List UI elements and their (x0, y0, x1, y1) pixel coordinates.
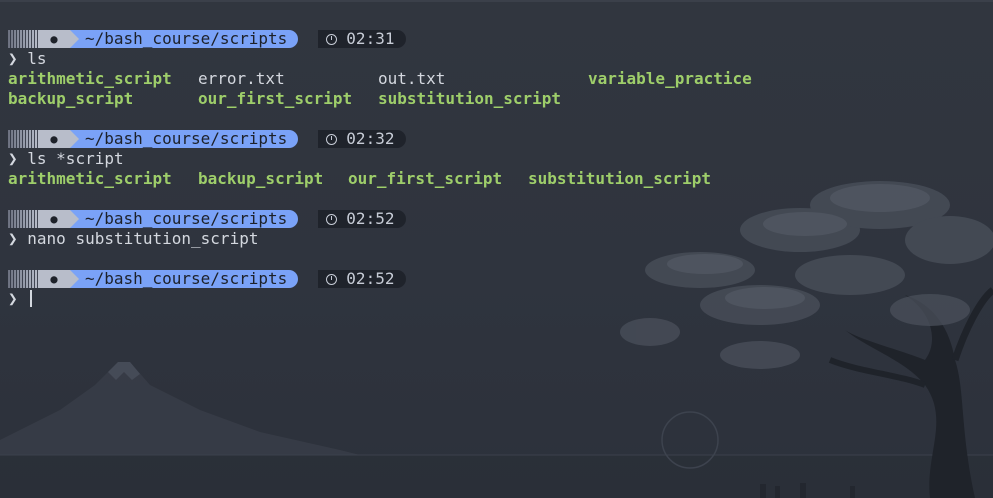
file-entry: backup_script (198, 169, 324, 188)
file-entry: substitution_script (378, 89, 562, 108)
file-entry: arithmetic_script (8, 69, 172, 88)
prompt-time-text: 02:52 (346, 269, 395, 288)
prompt-time: 02:32 (318, 129, 407, 148)
ls-output-row: backup_script our_first_script substitutio… (8, 89, 988, 109)
segment-cap (289, 210, 299, 228)
command-text: ls *script (17, 149, 124, 168)
prompt-path: ~/bash_course/scripts (79, 270, 290, 288)
clock-icon (326, 33, 338, 45)
command-line: ❯ nano substitution_script (8, 229, 988, 249)
segment-cap (289, 30, 299, 48)
terminal-window[interactable]: ● ~/bash_course/scripts 02:31 ❯ ls arithmeti… (0, 0, 993, 498)
prompt-path: ~/bash_course/scripts (79, 210, 290, 228)
prompt-dither-decoration (8, 130, 38, 148)
clock-icon (326, 213, 338, 225)
os-segment: ● (38, 270, 70, 288)
apple-icon: ● (50, 132, 58, 146)
text-cursor (29, 290, 32, 307)
segment-separator (70, 30, 79, 48)
prompt-path: ~/bash_course/scripts (79, 130, 290, 148)
prompt-chevron: ❯ (8, 49, 18, 68)
prompt-dither-decoration (8, 30, 38, 48)
terminal-output: ● ~/bash_course/scripts 02:31 ❯ ls arithmeti… (8, 29, 988, 309)
prompt-time-text: 02:52 (346, 209, 395, 228)
command-line: ❯ ls *script (8, 149, 988, 169)
file-entry: out.txt (378, 69, 446, 88)
segment-separator (70, 270, 79, 288)
apple-icon: ● (50, 272, 58, 286)
prompt-bar: ● ~/bash_course/scripts 02:52 (8, 209, 988, 229)
file-entry: substitution_script (528, 169, 712, 188)
command-text: ls (17, 49, 47, 68)
prompt-chevron: ❯ (8, 229, 18, 248)
segment-cap (289, 270, 299, 288)
prompt-time-text: 02:32 (346, 129, 395, 148)
prompt-path: ~/bash_course/scripts (79, 30, 290, 48)
command-text: nano substitution_script (17, 229, 259, 248)
prompt-dither-decoration (8, 210, 38, 228)
apple-icon: ● (50, 32, 58, 46)
ls-output-row: arithmetic_script error.txt out.txt variabl… (8, 69, 988, 89)
file-entry: our_first_script (198, 89, 353, 108)
prompt-bar: ● ~/bash_course/scripts 02:52 (8, 269, 988, 289)
segment-cap (289, 130, 299, 148)
command-line: ❯ ls (8, 49, 988, 69)
apple-icon: ● (50, 212, 58, 226)
os-segment: ● (38, 30, 70, 48)
ls-output-row: arithmetic_script backup_script our_first_… (8, 169, 988, 189)
clock-icon (326, 273, 338, 285)
file-entry: arithmetic_script (8, 169, 172, 188)
clock-icon (326, 133, 338, 145)
file-entry: variable_practice (588, 69, 752, 88)
prompt-bar: ● ~/bash_course/scripts 02:32 (8, 129, 988, 149)
prompt-chevron: ❯ (8, 289, 18, 308)
prompt-time: 02:52 (318, 209, 407, 228)
file-entry: error.txt (198, 69, 285, 88)
segment-separator (70, 210, 79, 228)
command-line[interactable]: ❯ (8, 289, 988, 309)
os-segment: ● (38, 130, 70, 148)
prompt-dither-decoration (8, 270, 38, 288)
file-entry: our_first_script (348, 169, 503, 188)
prompt-time-text: 02:31 (346, 29, 395, 48)
segment-separator (70, 130, 79, 148)
prompt-time: 02:31 (318, 29, 407, 48)
os-segment: ● (38, 210, 70, 228)
prompt-time: 02:52 (318, 269, 407, 288)
prompt-bar: ● ~/bash_course/scripts 02:31 (8, 29, 988, 49)
file-entry: backup_script (8, 89, 134, 108)
prompt-chevron: ❯ (8, 149, 18, 168)
